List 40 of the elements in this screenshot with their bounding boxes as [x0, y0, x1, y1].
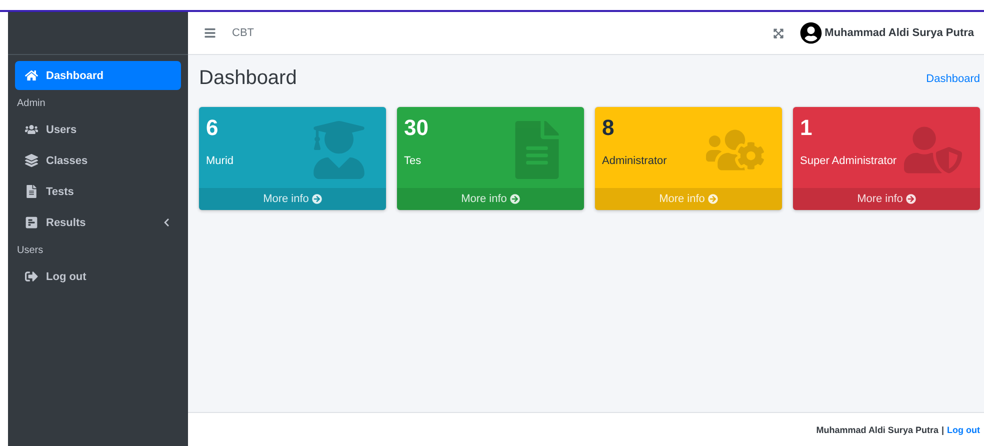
- sidebar-item[interactable]: Tests: [15, 177, 181, 206]
- sidebar-item[interactable]: Results: [15, 208, 181, 237]
- more-info-link[interactable]: More info: [793, 188, 980, 210]
- nav-icon: [25, 185, 38, 198]
- fullscreen-icon[interactable]: [772, 28, 784, 38]
- footer-separator: |: [941, 424, 944, 434]
- stat-label: Administrator: [602, 155, 668, 167]
- nav-icon: [25, 216, 38, 229]
- arrow-icon: [906, 194, 916, 204]
- logout-link[interactable]: Log out: [947, 424, 980, 434]
- avatar-icon: [800, 22, 822, 44]
- menu-icon[interactable]: [204, 27, 216, 39]
- footer-user: Muhammad Aldi Surya Putra: [816, 424, 938, 434]
- page-title: Dashboard: [199, 67, 297, 90]
- more-info-link[interactable]: More info: [199, 188, 386, 210]
- stat-count: 8: [602, 115, 616, 141]
- stat-label: Tes: [404, 155, 422, 167]
- chevron-icon: [162, 218, 171, 227]
- stat-count: 6: [206, 115, 220, 141]
- brand-text: CBT: [232, 27, 255, 39]
- arrow-icon: [510, 194, 520, 204]
- stat-label: Super Administrator: [800, 155, 898, 167]
- nav-icon: [25, 270, 38, 283]
- sidebar-item[interactable]: Users: [15, 115, 181, 144]
- sidebar-section-header: Users: [16, 244, 44, 258]
- sidebar-item[interactable]: Log out: [15, 262, 181, 291]
- nav-icon: [25, 154, 38, 167]
- sidebar-item[interactable]: Classes: [15, 146, 181, 175]
- sidebar-item[interactable]: Dashboard: [15, 61, 181, 90]
- nav-icon: [25, 69, 38, 82]
- nav-icon: [25, 123, 38, 136]
- arrow-icon: [312, 194, 322, 204]
- arrow-icon: [708, 194, 718, 204]
- stat-count: 30: [404, 115, 430, 141]
- sidebar-section-header: Admin: [16, 97, 46, 111]
- user-menu[interactable]: Muhammad Aldi Surya Putra: [800, 22, 974, 44]
- stat-label: Murid: [206, 155, 235, 167]
- stat-count: 1: [800, 115, 814, 141]
- breadcrumb-link[interactable]: Dashboard: [926, 72, 980, 84]
- more-info-link[interactable]: More info: [397, 188, 584, 210]
